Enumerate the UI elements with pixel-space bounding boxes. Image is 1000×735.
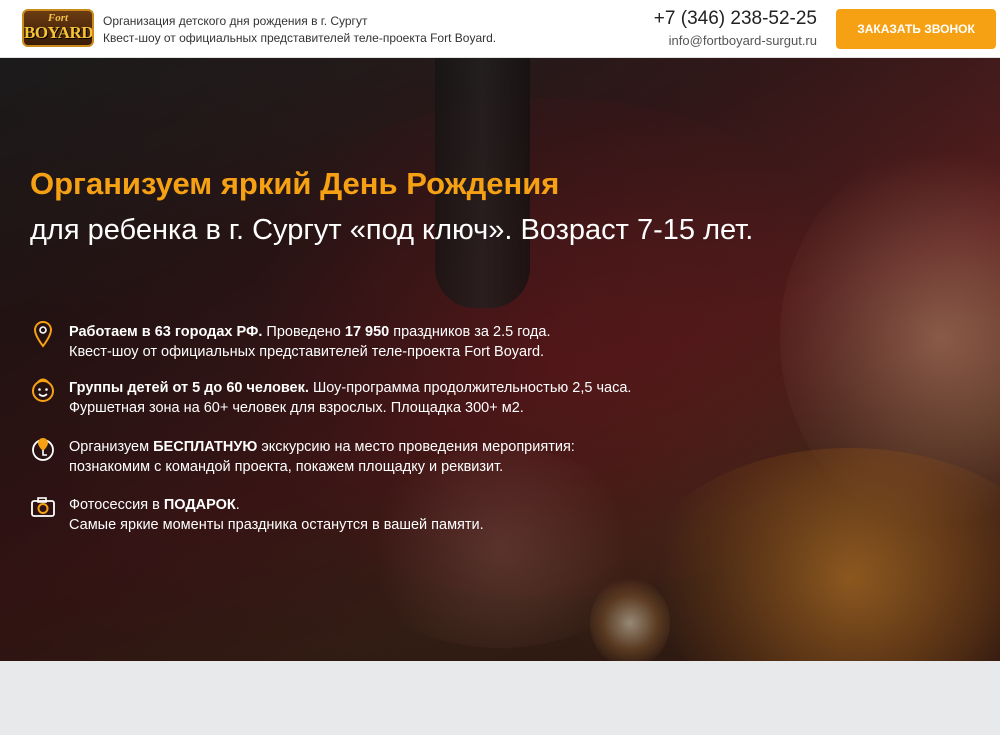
hero-bg-flame xyxy=(590,578,670,661)
feature-span: Шоу-программа продолжительностью 2,5 час… xyxy=(308,380,632,396)
feature-line2: Фуршетная зона на 60+ человек для взросл… xyxy=(69,400,524,416)
feature-text: Группы детей от 5 до 60 человек. Шоу-про… xyxy=(69,378,631,418)
feature-bold-number: 17 950 xyxy=(344,324,390,340)
hero-bg-face xyxy=(780,148,1000,528)
email-link[interactable]: info@fortboyard-surgut.ru xyxy=(669,33,817,48)
feature-text: Фотосессия в ПОДАРОК. Самые яркие момент… xyxy=(69,495,484,535)
location-pin-icon xyxy=(33,320,53,348)
camera-icon xyxy=(31,497,55,517)
feature-line2: Самые яркие моменты праздника останутся … xyxy=(69,517,484,533)
order-call-button[interactable]: ЗАКАЗАТЬ ЗВОНОК xyxy=(836,9,996,49)
hero-subtitle: для ребенка в г. Сургут «под ключ». Возр… xyxy=(30,214,754,246)
feature-span: экскурсию на место проведения мероприяти… xyxy=(257,439,575,455)
feature-span: Фотосессия в xyxy=(69,497,164,513)
header-desc-line2: Квест-шоу от официальных представителей … xyxy=(103,31,497,45)
clock-pin-icon xyxy=(32,438,54,461)
feature-line2: Квест-шоу от официальных представителей … xyxy=(69,344,545,360)
feature-bold: БЕСПЛАТНУЮ xyxy=(153,439,258,455)
logo-text-boyard: BOYARD xyxy=(24,23,94,42)
feature-bold: Группы детей от 5 до 60 человек. xyxy=(69,380,309,396)
feature-bold: ПОДАРОК xyxy=(163,497,236,513)
feature-line2: познакомим с командой проекта, покажем п… xyxy=(69,459,504,475)
feature-span: Организуем xyxy=(69,439,154,455)
phone-number[interactable]: +7 (346) 238-52-25 xyxy=(654,8,817,30)
feature-bold: Работаем в 63 городах РФ. xyxy=(69,324,263,340)
feature-span: Проведено xyxy=(262,324,345,340)
feature-text: Работаем в 63 городах РФ. Проведено 17 9… xyxy=(69,322,550,362)
feature-text: Организуем БЕСПЛАТНУЮ экскурсию на место… xyxy=(69,437,575,477)
feature-span: праздников за 2.5 года. xyxy=(389,324,551,340)
child-face-icon xyxy=(32,378,54,402)
feature-span: . xyxy=(235,497,240,513)
hero-section: Организуем яркий День Рождения для ребен… xyxy=(0,58,1000,661)
hero-bg-shirt xyxy=(640,448,1000,661)
header-description: Организация детского дня рождения в г. С… xyxy=(103,13,496,47)
site-header: Fort BOYARD Организация детского дня рож… xyxy=(0,0,1000,58)
hero-title: Организуем яркий День Рождения xyxy=(30,166,560,201)
header-desc-line1: Организация детского дня рождения в г. С… xyxy=(103,14,368,28)
hero-bg-hand xyxy=(350,448,650,648)
fort-boyard-logo[interactable]: Fort BOYARD xyxy=(22,9,94,47)
next-section xyxy=(0,661,1000,735)
